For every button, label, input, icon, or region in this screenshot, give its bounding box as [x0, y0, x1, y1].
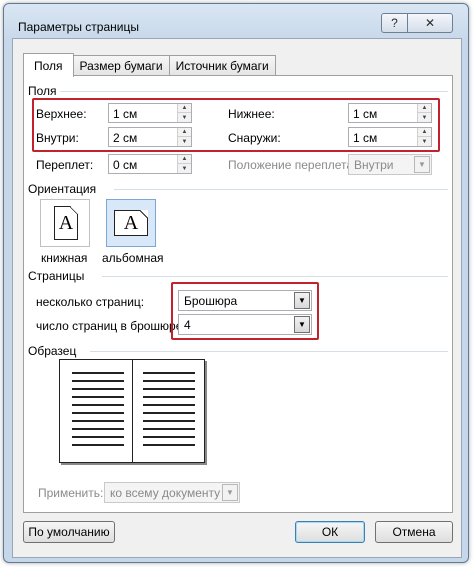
spin-up-icon[interactable]: ▲ — [178, 155, 191, 164]
spin-down-icon[interactable]: ▼ — [178, 164, 191, 173]
title-bar: Параметры страницы ? ✕ — [4, 4, 468, 42]
gutter-position-label: Положение переплета: — [228, 158, 357, 172]
portrait-page-icon: A — [54, 206, 78, 240]
divider — [114, 189, 448, 190]
portrait-option[interactable]: A — [40, 199, 90, 247]
portrait-label: книжная — [41, 251, 88, 265]
cancel-button[interactable]: Отмена — [375, 521, 453, 543]
dialog-body: Поля Размер бумаги Источник бумаги Поля … — [12, 38, 462, 558]
divider — [60, 91, 448, 92]
tab-paper-source[interactable]: Источник бумаги — [168, 55, 276, 76]
close-icon: ✕ — [424, 16, 436, 30]
page-setup-dialog: Параметры страницы ? ✕ Поля Размер бумаг… — [3, 3, 469, 563]
booklet-pages-label: число страниц в брошюре: — [36, 319, 186, 333]
set-default-button[interactable]: По умолчанию — [23, 521, 115, 543]
help-button[interactable]: ? — [381, 13, 408, 33]
tab-strip: Поля Размер бумаги Источник бумаги — [23, 53, 276, 77]
pages-group-label: Страницы — [28, 269, 85, 283]
gutter-value: 0 см — [113, 158, 138, 172]
ok-button[interactable]: ОК — [295, 521, 365, 543]
orientation-group-label: Ориентация — [28, 182, 97, 196]
divider — [90, 351, 448, 352]
close-button[interactable]: ✕ — [407, 13, 453, 33]
preview-group-label: Образец — [28, 344, 77, 358]
multiple-pages-label: несколько страниц: — [36, 295, 145, 309]
chevron-down-icon: ▼ — [222, 484, 238, 501]
gutter-position-value: Внутри — [354, 158, 394, 172]
tab-paper-size[interactable]: Размер бумаги — [72, 55, 170, 76]
apply-to-label: Применить: — [38, 486, 104, 500]
landscape-option[interactable]: A — [106, 199, 156, 247]
divider — [102, 276, 448, 277]
landscape-label: альбомная — [102, 251, 164, 265]
preview-right-page — [133, 360, 205, 462]
preview-left-page — [60, 360, 132, 462]
margins-highlight — [32, 98, 440, 152]
margins-tab-panel: Поля Верхнее: 1 см ▲ ▼ Нижнее: 1 см ▲ ▼ Вн… — [23, 75, 453, 513]
chevron-down-icon: ▼ — [414, 156, 430, 173]
dialog-title: Параметры страницы — [18, 20, 139, 34]
pages-highlight — [171, 282, 319, 340]
margins-group-label: Поля — [28, 84, 57, 98]
gutter-label: Переплет: — [36, 158, 94, 172]
help-icon: ? — [391, 16, 398, 30]
preview-booklet — [59, 359, 205, 463]
apply-to-select[interactable]: ко всему документу ▼ — [104, 482, 240, 503]
apply-to-value: ко всему документу — [110, 486, 221, 500]
tab-margins[interactable]: Поля — [23, 53, 74, 77]
gutter-position-select[interactable]: Внутри ▼ — [348, 154, 432, 175]
gutter-spinner[interactable]: 0 см ▲ ▼ — [108, 154, 192, 174]
landscape-page-icon: A — [114, 210, 148, 236]
